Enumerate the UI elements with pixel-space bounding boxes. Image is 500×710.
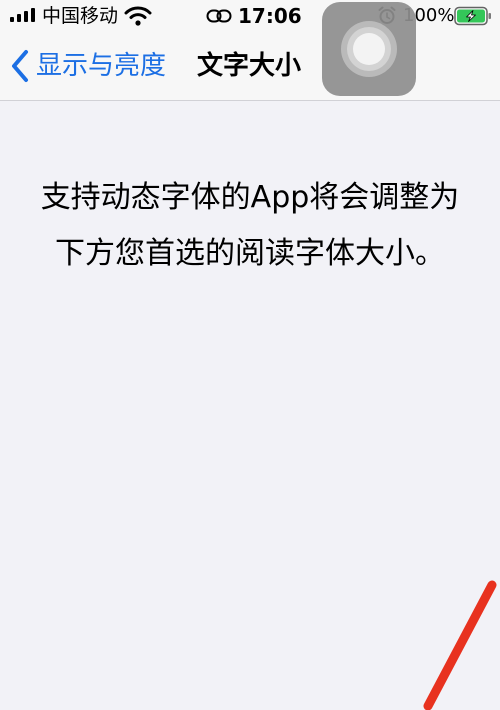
assistive-touch-button[interactable] (322, 2, 416, 96)
status-bar: 中国移动 17:06 100% (0, 0, 500, 32)
assistive-touch-ring-inner (353, 33, 385, 65)
navigation-bar: 显示与亮度 文字大小 (0, 32, 500, 101)
battery-charging-icon (454, 6, 491, 26)
link-icon (206, 9, 232, 23)
page-title: 文字大小 (197, 51, 302, 81)
status-time: 17:06 (238, 4, 302, 28)
red-annotation-stroke (423, 580, 497, 710)
wifi-icon (124, 6, 152, 26)
carrier-name: 中国移动 (42, 5, 119, 27)
signal-icon (10, 8, 35, 22)
chevron-left-icon (12, 50, 28, 82)
back-button-label: 显示与亮度 (36, 51, 167, 81)
description-text: 支持动态字体的App将会调整为下方您首选的阅读字体大小。 (40, 180, 460, 271)
back-button[interactable]: 显示与亮度 (10, 46, 166, 86)
